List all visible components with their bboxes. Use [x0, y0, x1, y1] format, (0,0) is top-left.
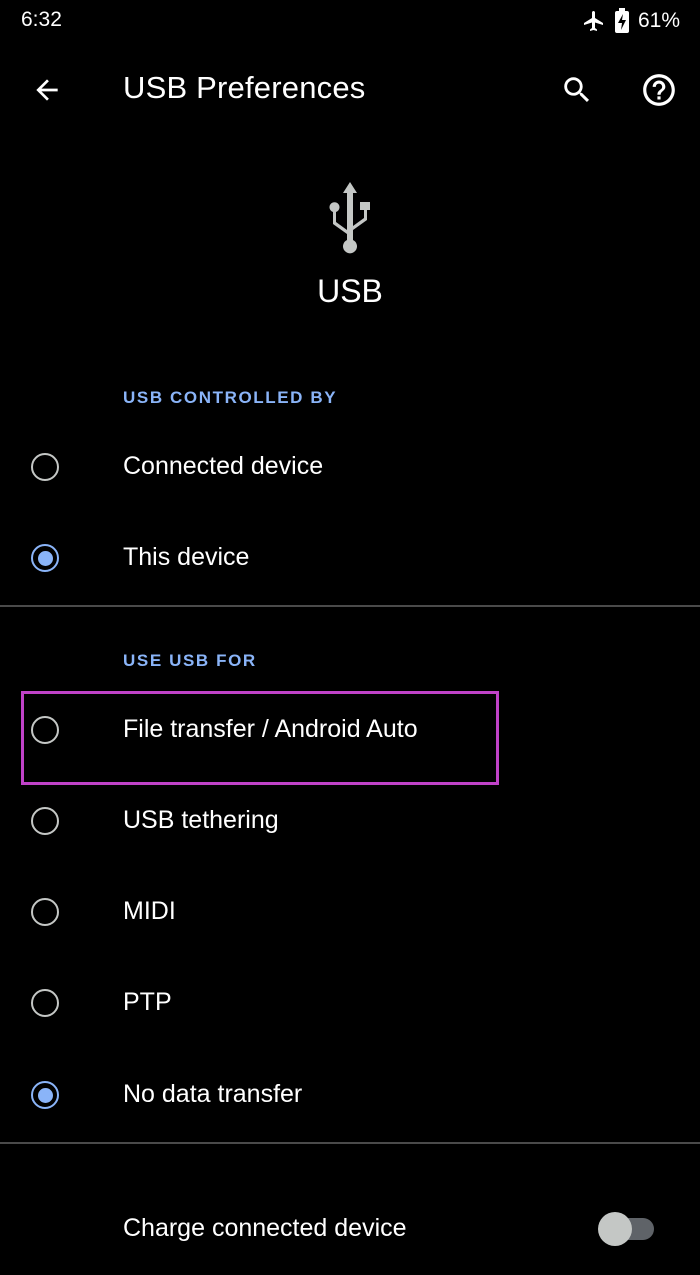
status-icons: 61%	[582, 8, 680, 34]
radio-button-selected[interactable]	[31, 544, 59, 572]
help-icon	[643, 74, 675, 106]
option-label: No data transfer	[123, 1080, 303, 1108]
radio-option-ptp[interactable]: PTP	[0, 960, 700, 1051]
section-divider	[0, 605, 700, 607]
toggle-switch-thumb[interactable]	[598, 1212, 632, 1246]
section-divider	[0, 1142, 700, 1144]
help-button[interactable]	[630, 61, 688, 119]
status-time: 6:32	[21, 8, 62, 31]
radio-button[interactable]	[31, 807, 59, 835]
back-button[interactable]	[18, 61, 76, 119]
battery-charging-icon	[614, 8, 630, 34]
radio-option-usb-tethering[interactable]: USB tethering	[0, 778, 700, 869]
radio-option-midi[interactable]: MIDI	[0, 869, 700, 960]
radio-button[interactable]	[31, 898, 59, 926]
battery-percent: 61%	[637, 9, 680, 32]
search-button[interactable]	[548, 61, 606, 119]
highlight-box	[21, 691, 499, 785]
usb-icon	[329, 182, 370, 254]
option-label: USB tethering	[123, 806, 279, 834]
app-bar: USB Preferences	[0, 56, 700, 122]
status-bar: 6:32 61%	[0, 0, 700, 44]
search-icon	[564, 77, 590, 103]
radio-button-selected[interactable]	[31, 1081, 59, 1109]
radio-option-connected-device[interactable]: Connected device	[0, 424, 700, 515]
radio-option-no-data-transfer[interactable]: No data transfer	[0, 1052, 700, 1143]
usb-header: USB	[0, 176, 700, 326]
section-header-use-usb-for: USE USB FOR	[123, 651, 257, 670]
section-header-usb-controlled-by: USB CONTROLLED BY	[123, 388, 338, 407]
toggle-label: Charge connected device	[123, 1214, 407, 1242]
airplane-icon	[582, 9, 606, 33]
option-label: PTP	[123, 988, 172, 1016]
radio-button[interactable]	[31, 453, 59, 481]
radio-option-this-device[interactable]: This device	[0, 515, 700, 606]
back-arrow-icon	[36, 79, 58, 101]
page-title: USB Preferences	[123, 70, 366, 105]
option-label: This device	[123, 543, 250, 571]
usb-title: USB	[317, 273, 383, 309]
charge-connected-device-row[interactable]: Charge connected device	[0, 1184, 700, 1275]
option-label: MIDI	[123, 897, 176, 925]
option-label: Connected device	[123, 452, 324, 480]
radio-button[interactable]	[31, 989, 59, 1017]
